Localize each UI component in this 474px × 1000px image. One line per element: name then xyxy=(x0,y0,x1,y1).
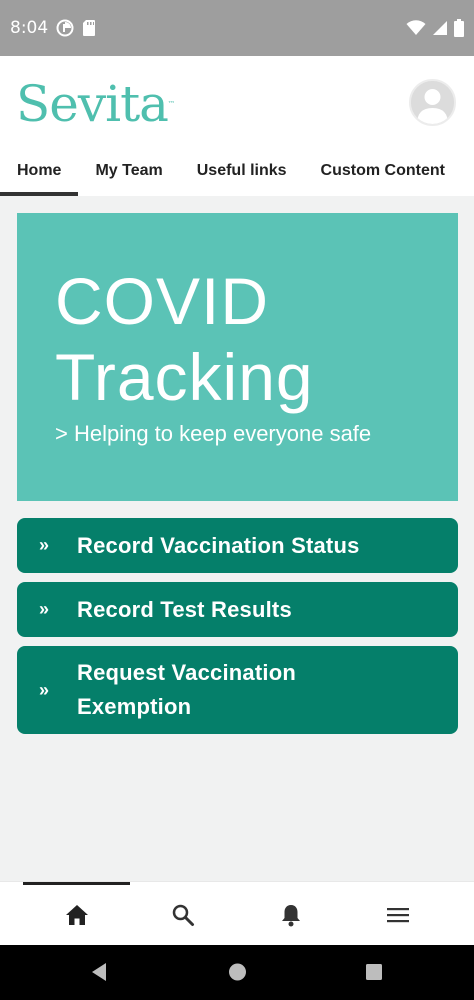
logo-trademark: ™ xyxy=(167,100,175,108)
tab-home[interactable]: Home xyxy=(0,150,79,196)
tab-my-team[interactable]: My Team xyxy=(78,150,179,196)
battery-icon xyxy=(454,19,464,37)
status-time: 8:04 xyxy=(10,18,49,38)
nav-tabs: Home My Team Useful links Custom Content… xyxy=(0,150,474,196)
bottom-nav xyxy=(0,881,474,945)
banner-title-line2: Tracking xyxy=(55,340,314,414)
wifi-icon xyxy=(406,20,426,36)
system-nav-bar xyxy=(0,945,474,1000)
recents-icon[interactable] xyxy=(365,962,383,987)
record-test-results-button[interactable]: » Record Test Results xyxy=(17,582,458,637)
app-header: Sevita™ xyxy=(0,56,474,150)
chevron-double-right-icon: » xyxy=(39,535,50,555)
user-avatar-icon[interactable] xyxy=(409,79,456,126)
action-label: Record Vaccination Status xyxy=(77,532,360,558)
home-circle-icon[interactable] xyxy=(228,962,247,987)
chevron-double-right-icon: » xyxy=(39,599,50,619)
search-icon[interactable] xyxy=(168,902,198,928)
covid-tracking-banner: COVID Tracking > Helping to keep everyon… xyxy=(17,213,458,501)
chevron-double-right-icon: » xyxy=(39,679,50,700)
bell-icon[interactable] xyxy=(276,902,306,928)
active-tab-indicator xyxy=(23,882,130,885)
back-icon[interactable] xyxy=(90,962,108,987)
banner-subtitle: > Helping to keep everyone safe xyxy=(55,421,372,446)
status-bar: 8:04 xyxy=(0,0,474,56)
tab-useful-links[interactable]: Useful links xyxy=(180,150,304,196)
data-saver-icon xyxy=(56,19,74,37)
request-vaccination-exemption-button[interactable]: » Request Vaccination Exemption xyxy=(17,646,458,734)
record-vaccination-status-button[interactable]: » Record Vaccination Status xyxy=(17,518,458,573)
logo-text: Sevita xyxy=(16,75,169,133)
banner-title-line1: COVID xyxy=(55,264,270,338)
sd-card-icon xyxy=(82,19,96,37)
main-content: COVID Tracking > Helping to keep everyon… xyxy=(0,196,474,881)
action-label: Request Vaccination Exemption xyxy=(77,660,296,719)
tab-overflow[interactable]: C xyxy=(462,150,474,196)
tab-custom-content[interactable]: Custom Content xyxy=(304,150,462,196)
signal-icon xyxy=(432,20,448,36)
menu-icon[interactable] xyxy=(383,902,413,928)
sevita-logo: Sevita™ xyxy=(16,74,175,134)
action-label: Record Test Results xyxy=(77,596,292,622)
home-icon[interactable] xyxy=(62,902,92,928)
